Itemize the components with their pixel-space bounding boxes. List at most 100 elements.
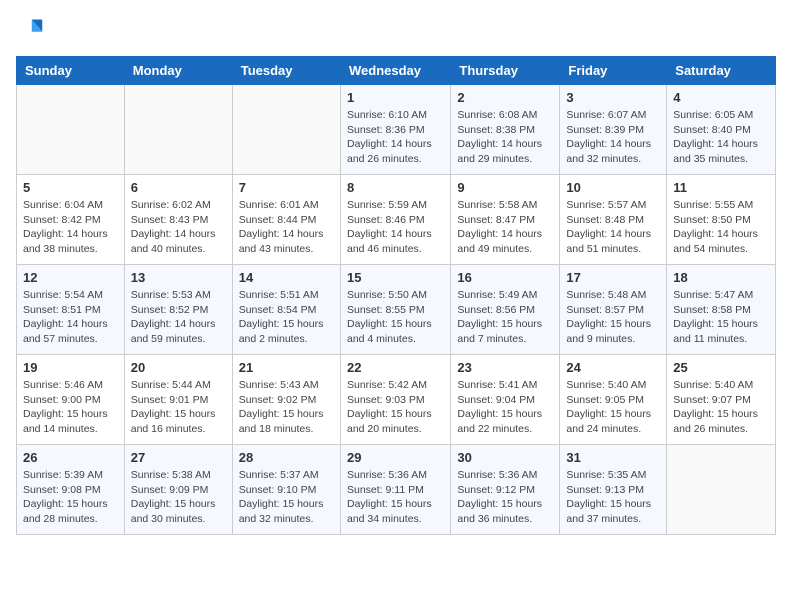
calendar-day-cell: 5Sunrise: 6:04 AM Sunset: 8:42 PM Daylig… bbox=[17, 175, 125, 265]
calendar-day-cell: 19 Sunrise: 5:46 AM Sunset: 9:00 PM Dayli… bbox=[17, 355, 125, 445]
day-number: 29 bbox=[347, 450, 444, 465]
calendar-week-row: 19 Sunrise: 5:46 AM Sunset: 9:00 PM Dayli… bbox=[17, 355, 776, 445]
day-info: Sunrise: 6:01 AM Sunset: 8:44 PM Dayligh… bbox=[239, 198, 334, 257]
day-info: Sunrise: 5:44 AM Sunset: 9:01 PM Dayligh… bbox=[131, 378, 226, 437]
day-info: Sunrise: 6:04 AM Sunset: 8:42 PM Dayligh… bbox=[23, 198, 118, 257]
day-info: Sunrise: 5:47 AM Sunset: 8:58 PM Dayligh… bbox=[673, 288, 769, 347]
day-of-week-header: Saturday bbox=[667, 57, 776, 85]
logo bbox=[16, 16, 48, 44]
day-info: Sunrise: 5:57 AM Sunset: 8:48 PM Dayligh… bbox=[566, 198, 660, 257]
day-of-week-header: Sunday bbox=[17, 57, 125, 85]
day-number: 13 bbox=[131, 270, 226, 285]
logo-icon bbox=[16, 16, 44, 44]
day-number: 11 bbox=[673, 180, 769, 195]
day-info: Sunrise: 5:42 AM Sunset: 9:03 PM Dayligh… bbox=[347, 378, 444, 437]
day-number: 6 bbox=[131, 180, 226, 195]
day-number: 12 bbox=[23, 270, 118, 285]
calendar-header-row: SundayMondayTuesdayWednesdayThursdayFrid… bbox=[17, 57, 776, 85]
calendar-day-cell: 31 Sunrise: 5:35 AM Sunset: 9:13 PM Dayli… bbox=[560, 445, 667, 535]
day-info: Sunrise: 5:36 AM Sunset: 9:12 PM Dayligh… bbox=[457, 468, 553, 527]
day-number: 26 bbox=[23, 450, 118, 465]
calendar-day-cell: 26 Sunrise: 5:39 AM Sunset: 9:08 PM Dayli… bbox=[17, 445, 125, 535]
day-info: Sunrise: 5:41 AM Sunset: 9:04 PM Dayligh… bbox=[457, 378, 553, 437]
day-number: 18 bbox=[673, 270, 769, 285]
day-number: 30 bbox=[457, 450, 553, 465]
calendar-week-row: 5Sunrise: 6:04 AM Sunset: 8:42 PM Daylig… bbox=[17, 175, 776, 265]
day-number: 3 bbox=[566, 90, 660, 105]
calendar-day-cell: 13 Sunrise: 5:53 AM Sunset: 8:52 PM Dayli… bbox=[124, 265, 232, 355]
day-info: Sunrise: 5:49 AM Sunset: 8:56 PM Dayligh… bbox=[457, 288, 553, 347]
day-number: 4 bbox=[673, 90, 769, 105]
calendar-day-cell: 28Sunrise: 5:37 AM Sunset: 9:10 PM Dayli… bbox=[232, 445, 340, 535]
day-info: Sunrise: 5:38 AM Sunset: 9:09 PM Dayligh… bbox=[131, 468, 226, 527]
day-info: Sunrise: 5:39 AM Sunset: 9:08 PM Dayligh… bbox=[23, 468, 118, 527]
day-number: 2 bbox=[457, 90, 553, 105]
calendar-day-cell: 30 Sunrise: 5:36 AM Sunset: 9:12 PM Dayli… bbox=[451, 445, 560, 535]
day-number: 7 bbox=[239, 180, 334, 195]
day-info: Sunrise: 5:51 AM Sunset: 8:54 PM Dayligh… bbox=[239, 288, 334, 347]
day-of-week-header: Tuesday bbox=[232, 57, 340, 85]
calendar-day-cell: 16Sunrise: 5:49 AM Sunset: 8:56 PM Dayli… bbox=[451, 265, 560, 355]
calendar-day-cell: 8Sunrise: 5:59 AM Sunset: 8:46 PM Daylig… bbox=[340, 175, 450, 265]
calendar-day-cell: 20 Sunrise: 5:44 AM Sunset: 9:01 PM Dayli… bbox=[124, 355, 232, 445]
calendar-day-cell bbox=[17, 85, 125, 175]
day-number: 19 bbox=[23, 360, 118, 375]
day-number: 10 bbox=[566, 180, 660, 195]
day-info: Sunrise: 5:54 AM Sunset: 8:51 PM Dayligh… bbox=[23, 288, 118, 347]
calendar-day-cell: 18 Sunrise: 5:47 AM Sunset: 8:58 PM Dayli… bbox=[667, 265, 776, 355]
day-of-week-header: Monday bbox=[124, 57, 232, 85]
day-info: Sunrise: 5:53 AM Sunset: 8:52 PM Dayligh… bbox=[131, 288, 226, 347]
calendar-day-cell bbox=[667, 445, 776, 535]
day-info: Sunrise: 6:10 AM Sunset: 8:36 PM Dayligh… bbox=[347, 108, 444, 167]
calendar-day-cell: 9 Sunrise: 5:58 AM Sunset: 8:47 PM Daylig… bbox=[451, 175, 560, 265]
calendar-week-row: 1 Sunrise: 6:10 AM Sunset: 8:36 PM Daylig… bbox=[17, 85, 776, 175]
day-info: Sunrise: 5:48 AM Sunset: 8:57 PM Dayligh… bbox=[566, 288, 660, 347]
calendar-week-row: 26 Sunrise: 5:39 AM Sunset: 9:08 PM Dayli… bbox=[17, 445, 776, 535]
day-info: Sunrise: 6:02 AM Sunset: 8:43 PM Dayligh… bbox=[131, 198, 226, 257]
calendar-day-cell: 22 Sunrise: 5:42 AM Sunset: 9:03 PM Dayli… bbox=[340, 355, 450, 445]
day-info: Sunrise: 5:55 AM Sunset: 8:50 PM Dayligh… bbox=[673, 198, 769, 257]
day-number: 8 bbox=[347, 180, 444, 195]
day-info: Sunrise: 5:46 AM Sunset: 9:00 PM Dayligh… bbox=[23, 378, 118, 437]
day-number: 23 bbox=[457, 360, 553, 375]
page-header bbox=[16, 16, 776, 44]
day-number: 1 bbox=[347, 90, 444, 105]
calendar-day-cell: 29Sunrise: 5:36 AM Sunset: 9:11 PM Dayli… bbox=[340, 445, 450, 535]
day-number: 24 bbox=[566, 360, 660, 375]
calendar-day-cell: 2 Sunrise: 6:08 AM Sunset: 8:38 PM Daylig… bbox=[451, 85, 560, 175]
day-number: 22 bbox=[347, 360, 444, 375]
calendar-day-cell: 11 Sunrise: 5:55 AM Sunset: 8:50 PM Dayli… bbox=[667, 175, 776, 265]
day-number: 9 bbox=[457, 180, 553, 195]
calendar-day-cell: 6 Sunrise: 6:02 AM Sunset: 8:43 PM Daylig… bbox=[124, 175, 232, 265]
calendar-day-cell: 3 Sunrise: 6:07 AM Sunset: 8:39 PM Daylig… bbox=[560, 85, 667, 175]
day-info: Sunrise: 5:58 AM Sunset: 8:47 PM Dayligh… bbox=[457, 198, 553, 257]
day-info: Sunrise: 6:08 AM Sunset: 8:38 PM Dayligh… bbox=[457, 108, 553, 167]
day-number: 27 bbox=[131, 450, 226, 465]
calendar-day-cell bbox=[232, 85, 340, 175]
calendar-day-cell: 14 Sunrise: 5:51 AM Sunset: 8:54 PM Dayli… bbox=[232, 265, 340, 355]
day-info: Sunrise: 5:40 AM Sunset: 9:05 PM Dayligh… bbox=[566, 378, 660, 437]
calendar-day-cell: 15 Sunrise: 5:50 AM Sunset: 8:55 PM Dayli… bbox=[340, 265, 450, 355]
calendar-day-cell: 4Sunrise: 6:05 AM Sunset: 8:40 PM Daylig… bbox=[667, 85, 776, 175]
day-number: 14 bbox=[239, 270, 334, 285]
calendar-day-cell: 25Sunrise: 5:40 AM Sunset: 9:07 PM Dayli… bbox=[667, 355, 776, 445]
calendar-day-cell: 24 Sunrise: 5:40 AM Sunset: 9:05 PM Dayli… bbox=[560, 355, 667, 445]
calendar-day-cell: 7 Sunrise: 6:01 AM Sunset: 8:44 PM Daylig… bbox=[232, 175, 340, 265]
day-number: 20 bbox=[131, 360, 226, 375]
day-number: 31 bbox=[566, 450, 660, 465]
day-info: Sunrise: 6:07 AM Sunset: 8:39 PM Dayligh… bbox=[566, 108, 660, 167]
day-of-week-header: Wednesday bbox=[340, 57, 450, 85]
calendar-week-row: 12 Sunrise: 5:54 AM Sunset: 8:51 PM Dayli… bbox=[17, 265, 776, 355]
calendar-day-cell: 21Sunrise: 5:43 AM Sunset: 9:02 PM Dayli… bbox=[232, 355, 340, 445]
calendar-day-cell: 17Sunrise: 5:48 AM Sunset: 8:57 PM Dayli… bbox=[560, 265, 667, 355]
day-info: Sunrise: 5:35 AM Sunset: 9:13 PM Dayligh… bbox=[566, 468, 660, 527]
day-of-week-header: Thursday bbox=[451, 57, 560, 85]
calendar-day-cell: 1 Sunrise: 6:10 AM Sunset: 8:36 PM Daylig… bbox=[340, 85, 450, 175]
day-info: Sunrise: 5:40 AM Sunset: 9:07 PM Dayligh… bbox=[673, 378, 769, 437]
calendar-day-cell: 27 Sunrise: 5:38 AM Sunset: 9:09 PM Dayli… bbox=[124, 445, 232, 535]
calendar-day-cell: 10 Sunrise: 5:57 AM Sunset: 8:48 PM Dayli… bbox=[560, 175, 667, 265]
day-info: Sunrise: 5:50 AM Sunset: 8:55 PM Dayligh… bbox=[347, 288, 444, 347]
day-number: 15 bbox=[347, 270, 444, 285]
calendar-day-cell: 12 Sunrise: 5:54 AM Sunset: 8:51 PM Dayli… bbox=[17, 265, 125, 355]
calendar-table: SundayMondayTuesdayWednesdayThursdayFrid… bbox=[16, 56, 776, 535]
